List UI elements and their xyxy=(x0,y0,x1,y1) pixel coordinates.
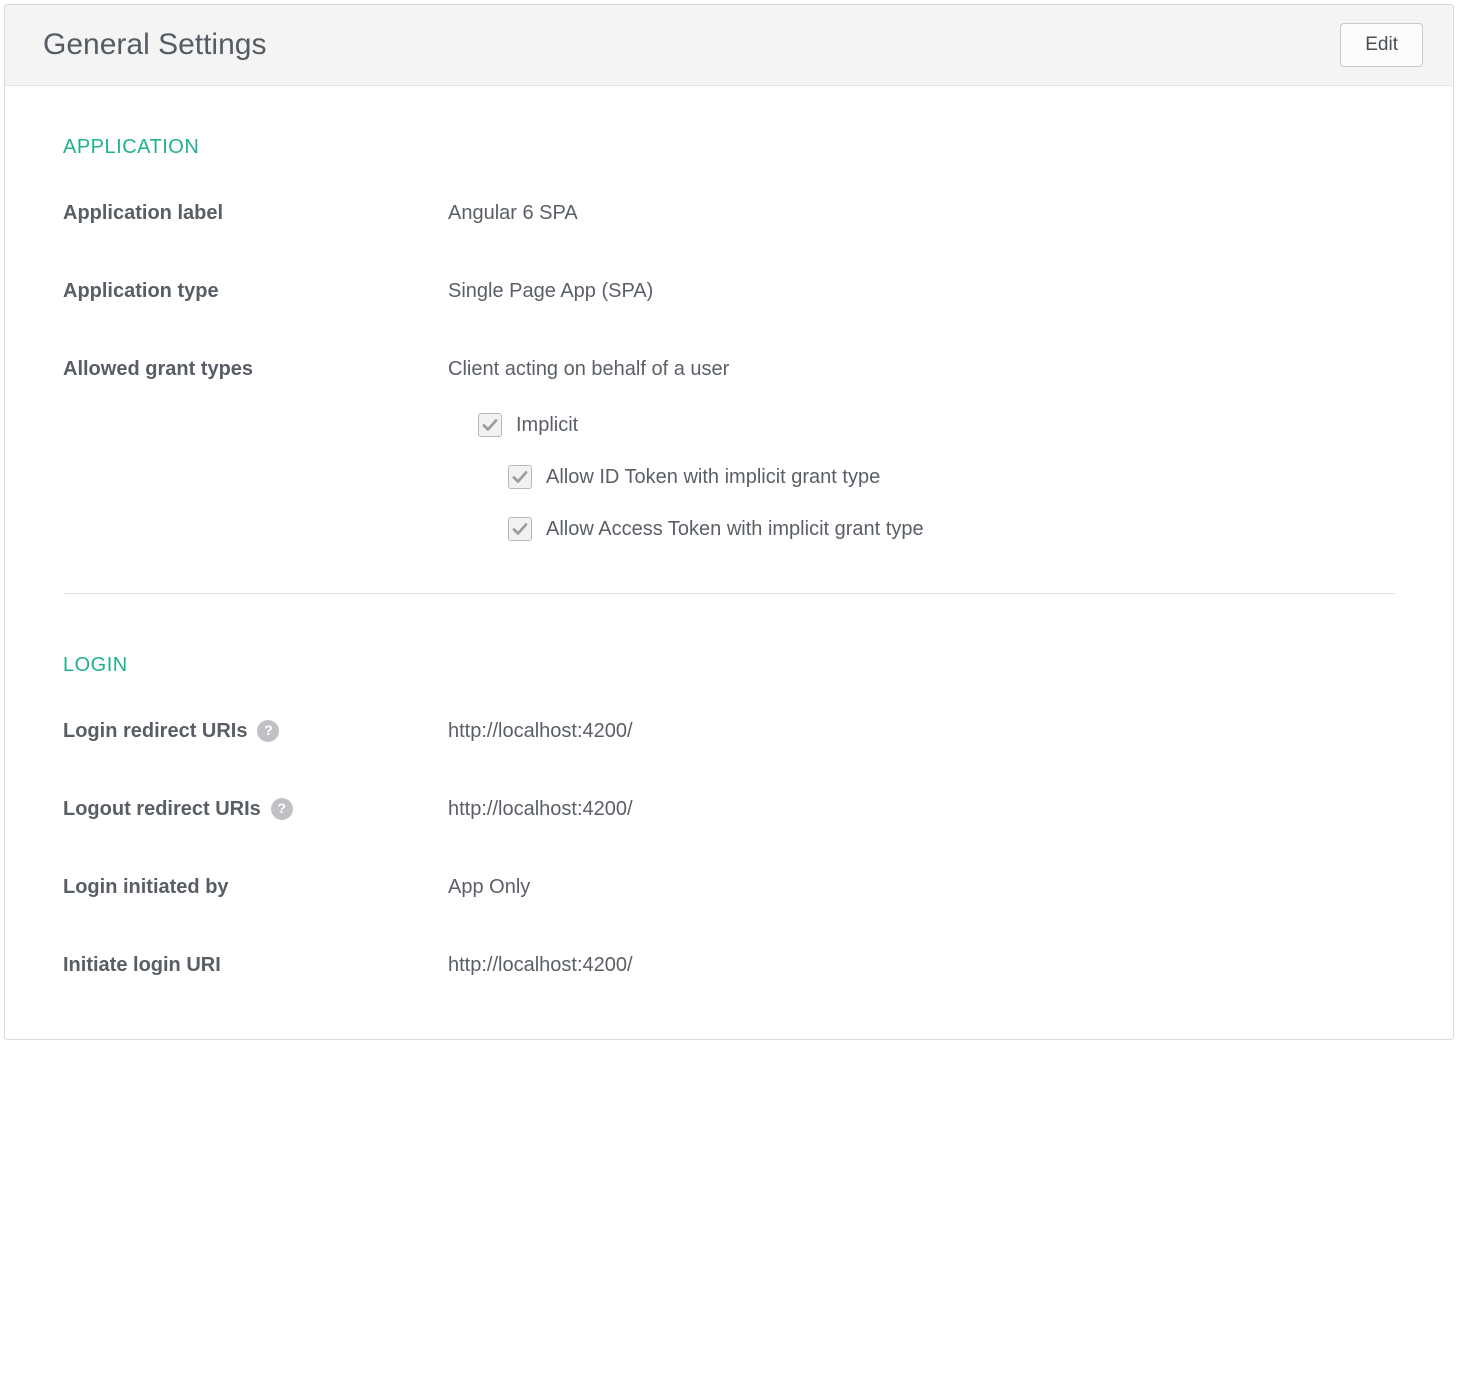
grant-allow-access-row: Allow Access Token with implicit grant t… xyxy=(448,515,1395,543)
grant-allow-access-label: Allow Access Token with implicit grant t… xyxy=(546,515,924,543)
section-divider xyxy=(63,593,1395,594)
help-icon[interactable]: ? xyxy=(257,720,279,742)
initiate-login-uri-label: Initiate login URI xyxy=(63,951,448,979)
checkbox-allow-id-token[interactable] xyxy=(508,465,532,489)
login-section-title: LOGIN xyxy=(63,654,1395,677)
logout-redirect-value: http://localhost:4200/ xyxy=(448,795,1395,823)
panel-header: General Settings Edit xyxy=(5,5,1453,86)
panel-body: APPLICATION Application label Angular 6 … xyxy=(5,86,1453,1039)
checkbox-allow-access-token[interactable] xyxy=(508,517,532,541)
application-label-row: Application label Angular 6 SPA xyxy=(63,199,1395,227)
login-redirect-value: http://localhost:4200/ xyxy=(448,717,1395,745)
checkbox-implicit[interactable] xyxy=(478,413,502,437)
logout-redirect-label-text: Logout redirect URIs xyxy=(63,795,261,823)
help-icon[interactable]: ? xyxy=(271,798,293,820)
panel-title: General Settings xyxy=(43,28,266,62)
grant-allow-id-label: Allow ID Token with implicit grant type xyxy=(546,463,880,491)
login-redirect-row: Login redirect URIs ? http://localhost:4… xyxy=(63,717,1395,745)
grant-allow-id-row: Allow ID Token with implicit grant type xyxy=(448,463,1395,491)
grant-implicit-row: Implicit xyxy=(448,411,1395,439)
login-initiated-value: App Only xyxy=(448,873,1395,901)
general-settings-panel: General Settings Edit APPLICATION Applic… xyxy=(4,4,1454,1040)
application-type-value: Single Page App (SPA) xyxy=(448,277,1395,305)
login-section: LOGIN Login redirect URIs ? http://local… xyxy=(63,654,1395,979)
initiate-login-uri-row: Initiate login URI http://localhost:4200… xyxy=(63,951,1395,979)
login-redirect-label: Login redirect URIs ? xyxy=(63,717,448,745)
application-label-label: Application label xyxy=(63,199,448,227)
application-section: APPLICATION Application label Angular 6 … xyxy=(63,136,1395,594)
logout-redirect-row: Logout redirect URIs ? http://localhost:… xyxy=(63,795,1395,823)
allowed-grant-types-row: Allowed grant types Client acting on beh… xyxy=(63,355,1395,543)
logout-redirect-label: Logout redirect URIs ? xyxy=(63,795,448,823)
login-redirect-label-text: Login redirect URIs xyxy=(63,717,247,745)
allowed-grant-types-label: Allowed grant types xyxy=(63,355,448,383)
login-initiated-row: Login initiated by App Only xyxy=(63,873,1395,901)
grant-heading: Client acting on behalf of a user xyxy=(448,355,1395,383)
application-type-row: Application type Single Page App (SPA) xyxy=(63,277,1395,305)
application-section-title: APPLICATION xyxy=(63,136,1395,159)
edit-button[interactable]: Edit xyxy=(1340,23,1423,67)
allowed-grant-types-value: Client acting on behalf of a user Implic… xyxy=(448,355,1395,543)
application-label-value: Angular 6 SPA xyxy=(448,199,1395,227)
login-initiated-label: Login initiated by xyxy=(63,873,448,901)
grant-implicit-label: Implicit xyxy=(516,411,578,439)
application-type-label: Application type xyxy=(63,277,448,305)
initiate-login-uri-value: http://localhost:4200/ xyxy=(448,951,1395,979)
